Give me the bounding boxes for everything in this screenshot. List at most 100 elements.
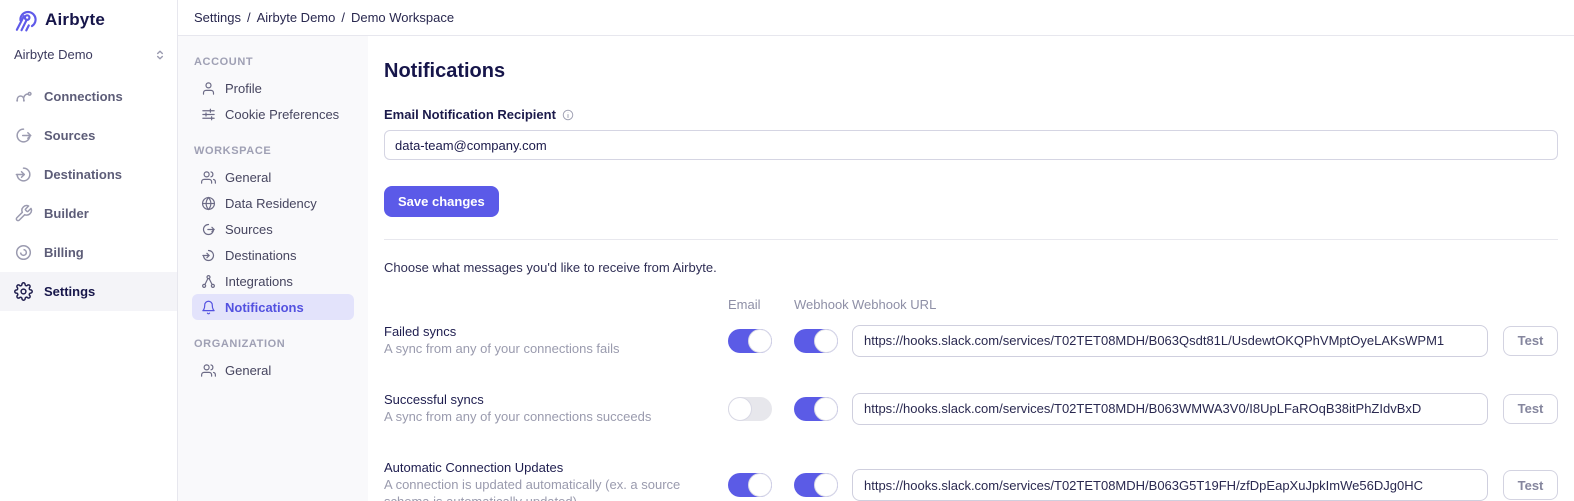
product-sidebar: Airbyte Airbyte Demo Connections Sources…	[0, 0, 178, 501]
settings-nav-item-account-profile[interactable]: Profile	[192, 75, 354, 101]
settings-nav-section-title: ACCOUNT	[192, 56, 354, 68]
person-icon	[201, 81, 216, 96]
settings-nav-item-label: Integrations	[225, 274, 293, 289]
webhook-url-input[interactable]	[852, 325, 1488, 357]
test-webhook-button[interactable]: Test	[1503, 394, 1558, 424]
bell-icon	[201, 300, 216, 315]
column-header-webhook: Webhook	[794, 297, 852, 312]
people-icon	[201, 170, 216, 185]
settings-nav-item-label: Notifications	[225, 300, 304, 315]
sidebar-item-settings[interactable]: Settings	[0, 272, 177, 311]
section-divider	[384, 239, 1558, 240]
sidebar-item-label: Destinations	[44, 167, 122, 182]
sidebar-item-destinations[interactable]: Destinations	[0, 155, 177, 194]
email-toggle[interactable]	[728, 473, 772, 497]
breadcrumb-separator: /	[341, 10, 345, 25]
column-header-email: Email	[728, 297, 794, 312]
email-toggle[interactable]	[728, 397, 772, 421]
sidebar-item-label: Connections	[44, 89, 123, 104]
settings-nav-item-account-cookie-preferences[interactable]: Cookie Preferences	[192, 101, 354, 127]
sidebar-item-label: Builder	[44, 206, 89, 221]
destinations-icon	[14, 165, 33, 184]
webhook-url-input[interactable]	[852, 393, 1488, 425]
notifications-intro-text: Choose what messages you'd like to recei…	[384, 260, 1558, 275]
integrations-icon	[201, 274, 216, 289]
sidebar-item-label: Sources	[44, 128, 95, 143]
sidebar-item-sources[interactable]: Sources	[0, 116, 177, 155]
settings-nav-section: ORGANIZATION General	[192, 338, 354, 383]
sources-icon	[14, 126, 33, 145]
email-recipient-input[interactable]	[384, 130, 1558, 160]
toggle-knob	[814, 473, 838, 497]
email-recipient-label: Email Notification Recipient	[384, 107, 556, 122]
airbyte-logo[interactable]: Airbyte	[0, 0, 177, 38]
settings-icon	[14, 282, 33, 301]
sidebar-nav: Connections Sources Destinations Builder…	[0, 77, 177, 311]
webhook-toggle[interactable]	[794, 329, 838, 353]
notification-row-description: A sync from any of your connections fail…	[384, 341, 706, 358]
settings-nav-item-workspace-general[interactable]: General	[192, 164, 354, 190]
webhook-url-input[interactable]	[852, 469, 1488, 501]
destinations-icon	[201, 248, 216, 263]
breadcrumb-item-airbyte-demo[interactable]: Airbyte Demo	[257, 10, 336, 25]
toggle-knob	[748, 329, 772, 353]
workspace-selector[interactable]: Airbyte Demo	[0, 38, 177, 71]
sources-icon	[201, 222, 216, 237]
settings-nav-item-label: Cookie Preferences	[225, 107, 339, 122]
settings-nav-section-title: ORGANIZATION	[192, 338, 354, 350]
settings-nav-item-workspace-data-residency[interactable]: Data Residency	[192, 190, 354, 216]
toggle-knob	[728, 397, 752, 421]
connections-icon	[14, 87, 33, 106]
notification-row-failed-syncs: Failed syncs A sync from any of your con…	[384, 324, 1558, 358]
settings-nav-item-workspace-sources[interactable]: Sources	[192, 216, 354, 242]
toggle-knob	[814, 397, 838, 421]
breadcrumb-separator: /	[247, 10, 251, 25]
settings-nav-section: ACCOUNT Profile Cookie Preferences	[192, 56, 354, 127]
webhook-toggle[interactable]	[794, 397, 838, 421]
breadcrumb-item-demo-workspace[interactable]: Demo Workspace	[351, 10, 454, 25]
notification-row-description: A sync from any of your connections succ…	[384, 409, 706, 426]
info-icon[interactable]	[562, 109, 574, 121]
settings-nav-item-label: Profile	[225, 81, 262, 96]
toggle-knob	[748, 473, 772, 497]
sidebar-item-label: Settings	[44, 284, 95, 299]
settings-nav-item-label: General	[225, 170, 271, 185]
sidebar-item-label: Billing	[44, 245, 84, 260]
toggle-knob	[814, 329, 838, 353]
notification-row-title: Automatic Connection Updates	[384, 460, 728, 475]
settings-nav-section: WORKSPACE General Data Residency Sources…	[192, 145, 354, 320]
column-header-webhook-url: Webhook URL	[852, 297, 1503, 312]
sidebar-item-builder[interactable]: Builder	[0, 194, 177, 233]
save-changes-button[interactable]: Save changes	[384, 186, 499, 217]
notifications-table-header: Email Webhook Webhook URL	[384, 297, 1558, 312]
builder-icon	[14, 204, 33, 223]
sidebar-item-billing[interactable]: Billing	[0, 233, 177, 272]
test-webhook-button[interactable]: Test	[1503, 470, 1558, 500]
email-toggle[interactable]	[728, 329, 772, 353]
settings-nav-item-label: Data Residency	[225, 196, 317, 211]
app-window: Airbyte Airbyte Demo Connections Sources…	[0, 0, 1574, 501]
billing-icon	[14, 243, 33, 262]
webhook-toggle[interactable]	[794, 473, 838, 497]
sidebar-item-connections[interactable]: Connections	[0, 77, 177, 116]
breadcrumb-item-settings[interactable]: Settings	[194, 10, 241, 25]
airbyte-logo-text: Airbyte	[45, 10, 105, 30]
main-content: Notifications Email Notification Recipie…	[368, 36, 1574, 501]
notification-row-successful-syncs: Successful syncs A sync from any of your…	[384, 392, 1558, 426]
notification-row-title: Successful syncs	[384, 392, 728, 407]
settings-nav-item-workspace-notifications[interactable]: Notifications	[192, 294, 354, 320]
globe-icon	[201, 196, 216, 211]
settings-nav-item-label: Sources	[225, 222, 273, 237]
people-icon	[201, 363, 216, 378]
settings-nav: ACCOUNT Profile Cookie Preferences WORKS…	[178, 36, 368, 501]
settings-nav-item-workspace-integrations[interactable]: Integrations	[192, 268, 354, 294]
test-webhook-button[interactable]: Test	[1503, 326, 1558, 356]
settings-nav-item-organization-general[interactable]: General	[192, 357, 354, 383]
page-title: Notifications	[384, 60, 1558, 83]
notification-row-automatic-connection-updates: Automatic Connection Updates A connectio…	[384, 460, 1558, 501]
settings-nav-item-label: Destinations	[225, 248, 297, 263]
workspace-selector-label: Airbyte Demo	[14, 47, 93, 62]
settings-nav-item-workspace-destinations[interactable]: Destinations	[192, 242, 354, 268]
breadcrumb: Settings / Airbyte Demo / Demo Workspace	[194, 10, 454, 25]
sliders-icon	[201, 107, 216, 122]
